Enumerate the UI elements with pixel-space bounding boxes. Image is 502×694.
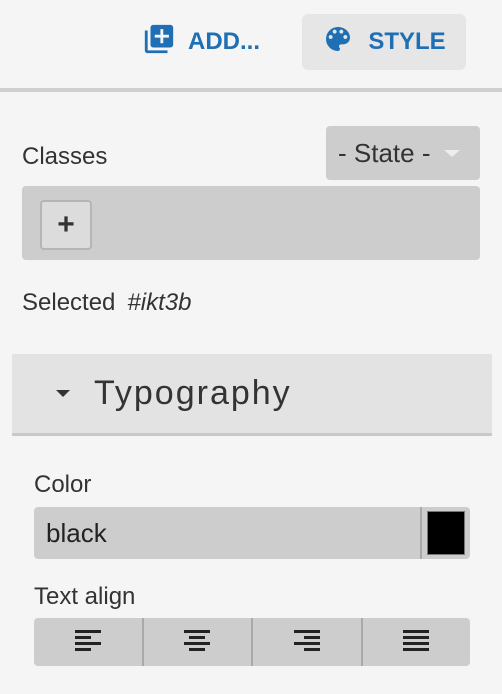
color-input[interactable] — [34, 507, 420, 559]
caret-down-icon — [56, 390, 70, 397]
add-button-label: ADD... — [188, 28, 260, 55]
color-field-divider — [420, 507, 422, 559]
style-button-label: STYLE — [368, 28, 446, 55]
add-class-button[interactable]: + — [40, 200, 92, 250]
add-box-icon — [142, 22, 176, 63]
align-left-icon — [74, 629, 102, 656]
classes-label: Classes — [22, 143, 108, 170]
align-right-button[interactable] — [253, 618, 363, 666]
style-button[interactable]: STYLE — [302, 14, 466, 70]
palette-icon — [322, 23, 354, 62]
typography-sector-header[interactable]: Typography — [12, 354, 492, 436]
panel-toolbar: ADD... STYLE — [0, 0, 502, 88]
color-swatch[interactable] — [427, 511, 465, 555]
align-justify-icon — [402, 629, 430, 656]
chevron-down-icon — [444, 149, 461, 157]
align-right-icon — [293, 629, 321, 656]
toolbar-divider — [0, 88, 502, 92]
color-label: Color — [34, 471, 92, 498]
text-align-group — [34, 618, 470, 666]
text-align-label: Text align — [34, 583, 136, 610]
align-center-icon — [183, 629, 211, 656]
style-manager-panel: ADD... STYLE Classes - State - + Selecte… — [0, 0, 502, 694]
align-left-button[interactable] — [34, 618, 144, 666]
add-button[interactable]: ADD... — [142, 22, 260, 62]
state-select[interactable]: - State - — [326, 126, 480, 180]
classes-container: + — [22, 186, 480, 260]
align-justify-button[interactable] — [363, 618, 471, 666]
selected-id[interactable]: #ikt3b — [127, 289, 191, 317]
align-center-button[interactable] — [144, 618, 253, 666]
state-select-value: - State - — [338, 137, 431, 168]
sector-title: Typography — [94, 374, 292, 412]
selected-info: Selected #ikt3b — [22, 289, 191, 317]
selected-label: Selected — [22, 289, 116, 316]
color-field — [34, 507, 470, 559]
